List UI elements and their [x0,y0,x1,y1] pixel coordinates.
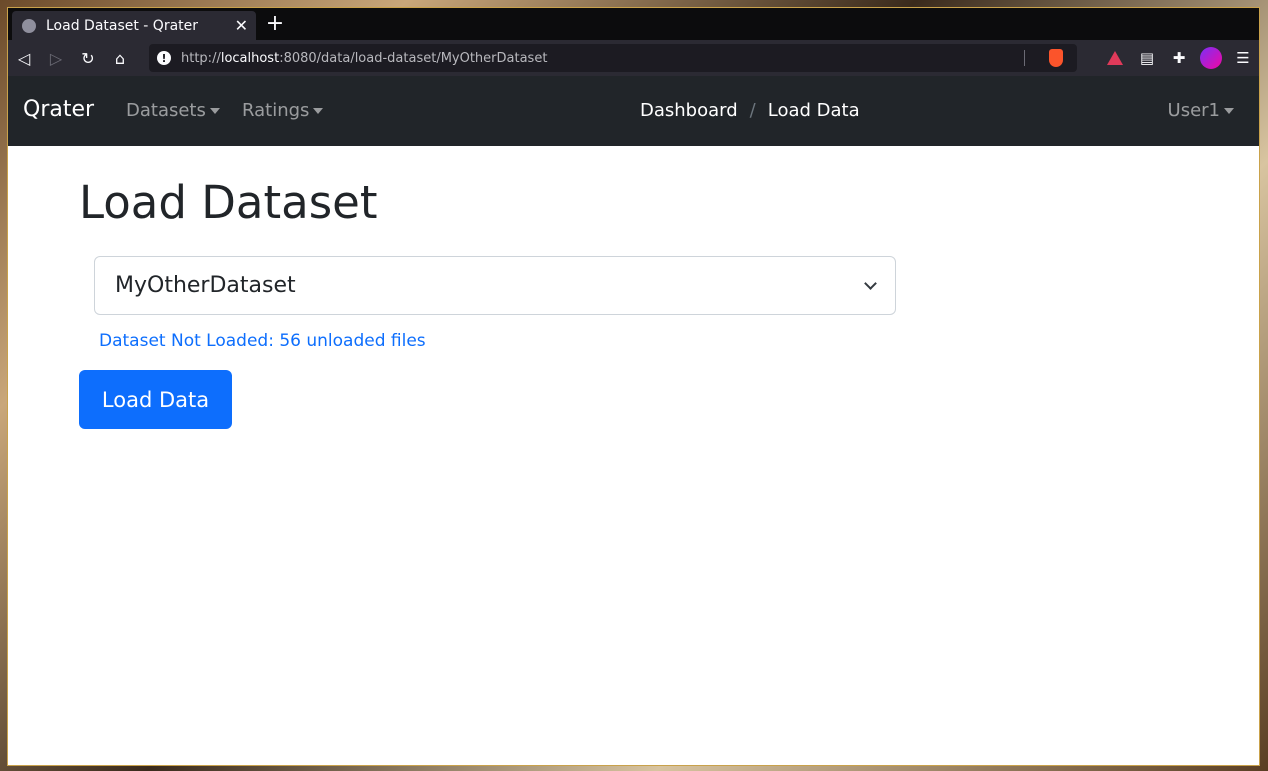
browser-tab[interactable]: Load Dataset - Qrater ✕ [12,11,256,40]
forward-icon[interactable]: ▷ [40,42,72,74]
caret-down-icon [313,108,324,114]
dataset-select-value: MyOtherDataset [115,273,296,298]
brave-rewards-icon[interactable] [1099,42,1131,74]
load-data-button[interactable]: Load Data [79,370,232,429]
back-icon[interactable]: ◁ [8,42,40,74]
dataset-select[interactable]: MyOtherDataset [94,256,896,315]
breadcrumb-current: Load Data [767,100,860,121]
tab-strip: Load Dataset - Qrater ✕ + [8,8,1259,40]
tab-title: Load Dataset - Qrater [46,17,199,34]
profile-icon[interactable] [1195,42,1227,74]
user-dropdown[interactable]: User1 [1168,100,1234,121]
breadcrumb-separator: / [749,100,756,121]
info-icon[interactable]: ! [157,51,171,65]
caret-down-icon [1224,108,1234,114]
browser-toolbar: ◁ ▷ ↻ ⌂ ! http://localhost:8080/data/loa… [8,40,1259,76]
caret-down-icon [209,108,220,114]
app-navbar: Qrater Datasets Ratings Dashboard / Load… [8,76,1259,146]
browser-window: Load Dataset - Qrater ✕ + ◁ ▷ ↻ ⌂ ! http… [7,7,1260,766]
new-tab-button[interactable]: + [262,11,288,37]
user-label: User1 [1167,100,1220,121]
reload-icon[interactable]: ↻ [72,42,104,74]
brave-shield-icon[interactable] [1049,49,1063,67]
bookmark-icon[interactable]: ⌂ [104,42,136,74]
extensions-icon[interactable]: ✚ [1163,42,1195,74]
reader-icon[interactable]: ▤ [1131,42,1163,74]
url-prefix: http:// [181,50,221,66]
breadcrumb-dashboard[interactable]: Dashboard [640,100,738,121]
url-host: localhost [220,50,280,66]
page-title: Load Dataset [79,176,378,229]
url-path: :8080/data/load-dataset/MyOtherDataset [279,50,548,66]
chevron-down-icon [864,277,877,290]
breadcrumb: Dashboard / Load Data [640,100,860,121]
datasets-label: Datasets [126,100,206,121]
main-content: Load Dataset MyOtherDataset Dataset Not … [8,146,1259,765]
globe-icon [22,18,36,33]
close-tab-icon[interactable]: ✕ [235,16,248,35]
toolbar-extensions: ▤ ✚ ☰ [1099,40,1259,76]
datasets-dropdown[interactable]: Datasets [126,100,220,121]
ratings-label: Ratings [242,100,310,121]
address-bar[interactable]: ! http://localhost:8080/data/load-datase… [149,44,1077,72]
dataset-status: Dataset Not Loaded: 56 unloaded files [99,331,426,351]
brand-logo[interactable]: Qrater [23,97,94,122]
ratings-dropdown[interactable]: Ratings [242,100,324,121]
url-divider [1024,50,1025,66]
menu-icon[interactable]: ☰ [1227,42,1259,74]
